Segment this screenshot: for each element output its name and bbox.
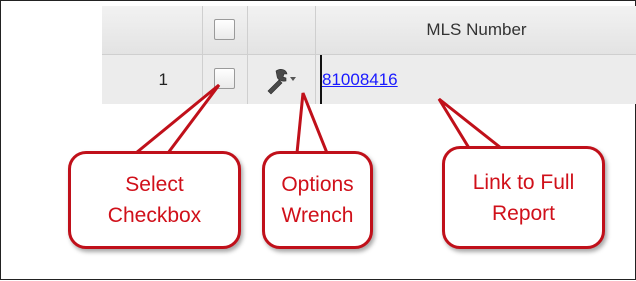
callout-line: Wrench: [281, 204, 354, 227]
select-all-checkbox[interactable]: [214, 19, 235, 40]
callout-line: Select: [125, 173, 184, 196]
header-options-cell: [248, 6, 316, 54]
row-options-cell: [248, 55, 316, 104]
select-checkbox[interactable]: [214, 68, 235, 89]
header-row-number-cell: [102, 6, 203, 54]
row-mls-cell: 81008416: [316, 55, 636, 104]
select-checkbox-callout: Select Checkbox: [68, 151, 241, 249]
link-callout-pointer: [437, 97, 506, 150]
callout-line: Link to Full: [472, 170, 575, 194]
full-report-link-callout: Link to Full Report: [442, 146, 605, 249]
row-select-cell: [203, 55, 248, 104]
wrench-icon[interactable]: [262, 65, 298, 95]
results-grid: MLS Number 1 81008416: [102, 6, 636, 104]
callout-line: Report: [491, 201, 555, 225]
mls-number-header[interactable]: MLS Number: [316, 6, 636, 54]
header-mls-number-cell[interactable]: MLS Number: [316, 6, 636, 54]
row-number: 1: [158, 69, 168, 89]
callout-line: Checkbox: [107, 204, 202, 227]
table-row: 1 81008416: [102, 55, 636, 104]
row-number-cell: 1: [102, 55, 203, 104]
header-select-all-cell: [203, 6, 248, 54]
options-wrench-callout: Options Wrench: [262, 151, 373, 249]
screenshot-frame: MLS Number 1 81008416 Select Checkbox Op…: [0, 0, 636, 280]
callout-line: Options: [281, 173, 354, 196]
mls-number-link[interactable]: 81008416: [320, 55, 398, 104]
grid-header-row: MLS Number: [102, 6, 636, 55]
